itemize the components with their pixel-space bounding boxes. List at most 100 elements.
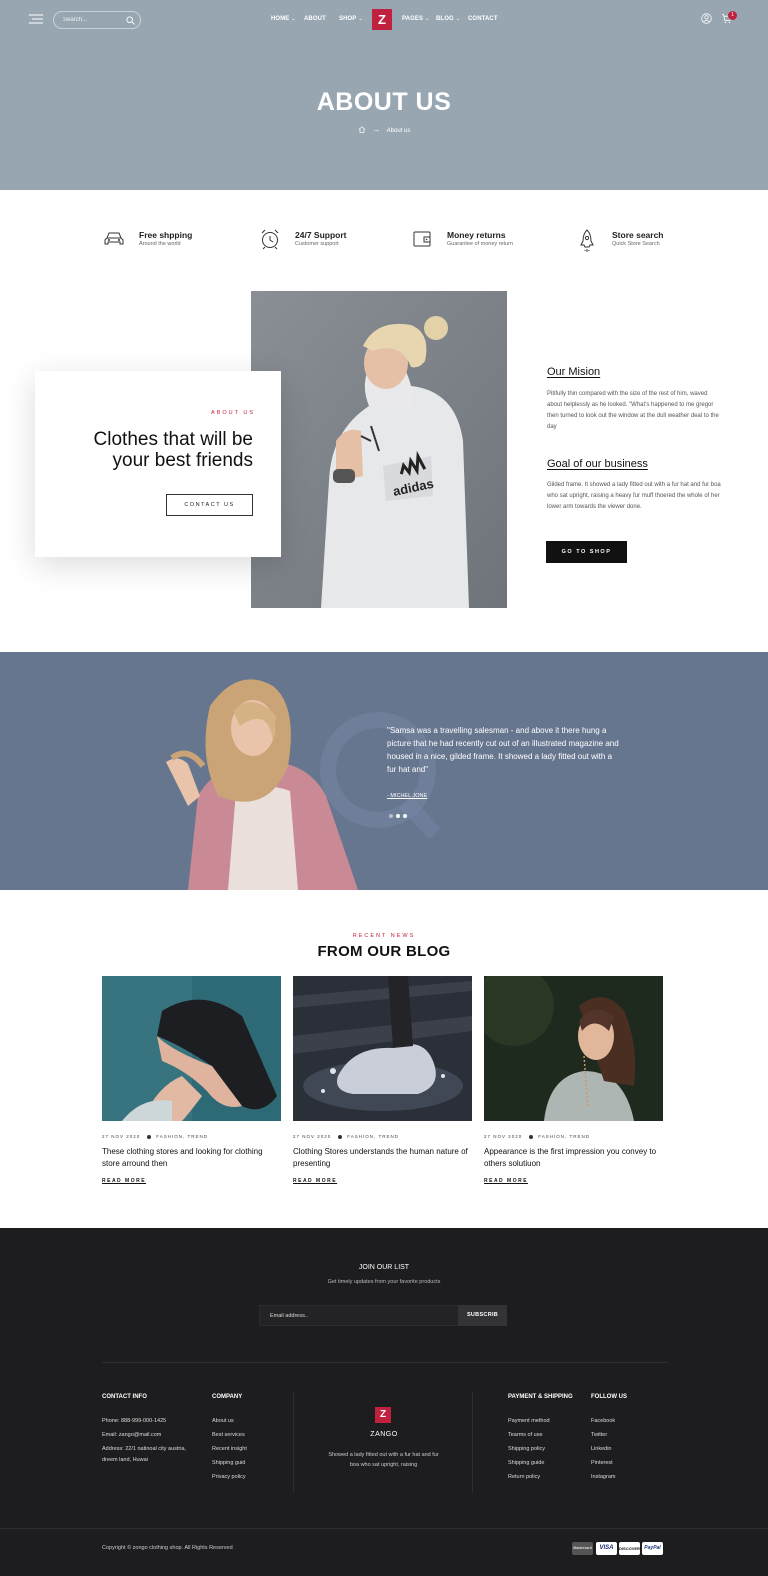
post-title[interactable]: Appearance is the first impression you c… [484,1146,663,1170]
post-date: 27 NOV 2020 [293,1134,332,1139]
blog-eyebrow: RECENT NEWS [352,933,416,939]
blog-post[interactable]: 27 NOV 2020 FASHION, TREND Clothing Store… [293,976,472,1184]
post-tags[interactable]: FASHION, TREND [538,1134,590,1139]
newsletter-subtitle: Get timely updates from your favorite pr… [327,1279,441,1285]
footer-link-payment-method[interactable]: Payment method [508,1414,550,1428]
chevron-down-icon: ⌄ [425,16,430,22]
newsletter-email-input[interactable] [259,1305,459,1326]
social-link-pinterest[interactable]: Pinterest [591,1456,613,1470]
bullet-icon [147,1134,152,1139]
contact-info-title: CONTACT INFO [102,1394,147,1400]
read-more-link[interactable]: READ MORE [102,1178,146,1184]
post-meta: 27 NOV 2020 FASHION, TREND [484,1134,590,1139]
read-more-link[interactable]: READ MORE [484,1178,528,1184]
social-link-facebook[interactable]: Facebook [591,1414,615,1428]
footer-link-terms[interactable]: Tearms of use [508,1428,543,1442]
payment-shipping-title: PAYMENT & SHIPPING [508,1394,573,1400]
discover-badge: DISCOVER [619,1542,640,1555]
blog-post[interactable]: 27 NOV 2020 FASHION, TREND These clothing… [102,976,281,1184]
bullet-icon [338,1134,343,1139]
search-box[interactable] [53,11,141,29]
visa-badge: VISA [596,1542,617,1555]
footer-link-privacy[interactable]: Privacy policy [212,1470,246,1484]
read-more-link[interactable]: READ MORE [293,1178,337,1184]
breadcrumb: → About us [0,125,768,134]
footer-link-shipping-policy[interactable]: Shipping policy [508,1442,545,1456]
post-date: 27 NOV 2020 [484,1134,523,1139]
car-icon [104,232,124,245]
arrow-right-icon: → [372,125,381,134]
search-icon[interactable] [126,16,135,25]
social-link-linkedin[interactable]: Linkedin [591,1442,612,1456]
feature-subtitle: Guarantee of money return [447,241,514,247]
carousel-dot-active[interactable] [396,814,400,818]
nav-pages[interactable]: PAGES ⌄ [402,16,429,22]
social-link-instagram[interactable]: Instagram [591,1470,615,1484]
breadcrumb-current: About us [386,128,411,134]
feature-subtitle: Customer support [295,241,339,247]
social-link-twitter[interactable]: Twitter [591,1428,607,1442]
mission-title: Our Mision [547,366,601,378]
user-icon[interactable] [701,13,712,24]
nav-about[interactable]: ABOUT [304,16,326,22]
cart-count-badge: 1 [728,11,737,20]
go-to-shop-button[interactable]: GO TO SHOP [546,541,627,563]
site-logo[interactable]: Z [372,9,392,30]
rocket-icon [580,229,594,252]
about-eyebrow: ABOUT US [210,410,255,416]
post-date: 27 NOV 2020 [102,1134,141,1139]
blog-post-image[interactable] [102,976,281,1121]
testimonial-section: "Samsa was a travelling salesman - and a… [0,652,768,890]
testimonial-author: - MICHEL JONE [387,793,428,799]
footer-link-about[interactable]: About us [212,1414,234,1428]
post-tags[interactable]: FASHION, TREND [156,1134,208,1139]
post-meta: 27 NOV 2020 FASHION, TREND [102,1134,208,1139]
footer-brand-name: ZANGO [370,1431,398,1438]
nav-shop[interactable]: SHOP ⌄ [339,16,363,22]
chevron-down-icon: ⌄ [455,16,461,22]
site-footer: JOIN OUR LIST Get timely updates from yo… [0,1228,768,1576]
home-icon[interactable] [358,126,366,133]
newsletter-title: JOIN OUR LIST [358,1264,410,1271]
chevron-down-icon: ⌄ [358,16,363,22]
nav-pages-label: PAGES [402,16,424,22]
wallet-icon [413,231,431,247]
nav-blog[interactable]: BLOG ⌄ [436,16,460,22]
nav-shop-label: SHOP [339,16,357,22]
footer-logo[interactable]: Z [375,1407,391,1423]
post-title[interactable]: Clothing Stores understands the human na… [293,1146,472,1170]
company-title: COMPANY [212,1394,243,1400]
footer-link-shipping-guide[interactable]: Shipping guide [508,1456,544,1470]
footer-divider [472,1392,473,1492]
footer-divider [293,1392,294,1492]
post-tags[interactable]: FASHION, TREND [347,1134,399,1139]
goal-text: Gilded frame. It showed a lady fitted ou… [547,482,721,510]
footer-link-shipping-guid[interactable]: Shipping guid [212,1456,245,1470]
subscribe-button[interactable]: SUBSCRIB [458,1305,507,1326]
mission-text: Pitifully thin compared with the size of… [547,391,719,430]
post-title[interactable]: These clothing stores and looking for cl… [102,1146,281,1170]
blog-post-image[interactable] [484,976,663,1121]
feature-title: Store search [612,230,664,240]
about-photo: adidas [251,291,507,608]
footer-link-return[interactable]: Return policy [508,1470,540,1484]
blog-post[interactable]: 27 NOV 2020 FASHION, TREND Appearance is … [484,976,663,1184]
post-meta: 27 NOV 2020 FASHION, TREND [293,1134,399,1139]
search-input[interactable] [63,15,123,25]
hamburger-menu-icon[interactable] [29,14,43,24]
about-card: ABOUT US Clothes that will be your best … [35,371,281,557]
blog-post-image[interactable] [293,976,472,1121]
contact-us-button[interactable]: CONTACT US [166,494,253,516]
nav-home-label: HOME [271,16,290,22]
footer-link-insight[interactable]: Recent insight [212,1442,247,1456]
goal-title: Goal of our business [547,458,648,470]
footer-divider [0,1528,768,1529]
contact-phone: Phone: 888-999-000-1425 [102,1418,167,1424]
nav-home[interactable]: HOME ⌄ [271,16,296,22]
feature-subtitle: Quick Store Search [612,241,660,247]
nav-contact[interactable]: CONTACT [468,16,498,22]
carousel-dot[interactable] [403,814,407,818]
testimonial-photo [166,679,358,890]
carousel-dot[interactable] [389,814,393,818]
mastercard-badge: Mastercard [572,1542,593,1555]
